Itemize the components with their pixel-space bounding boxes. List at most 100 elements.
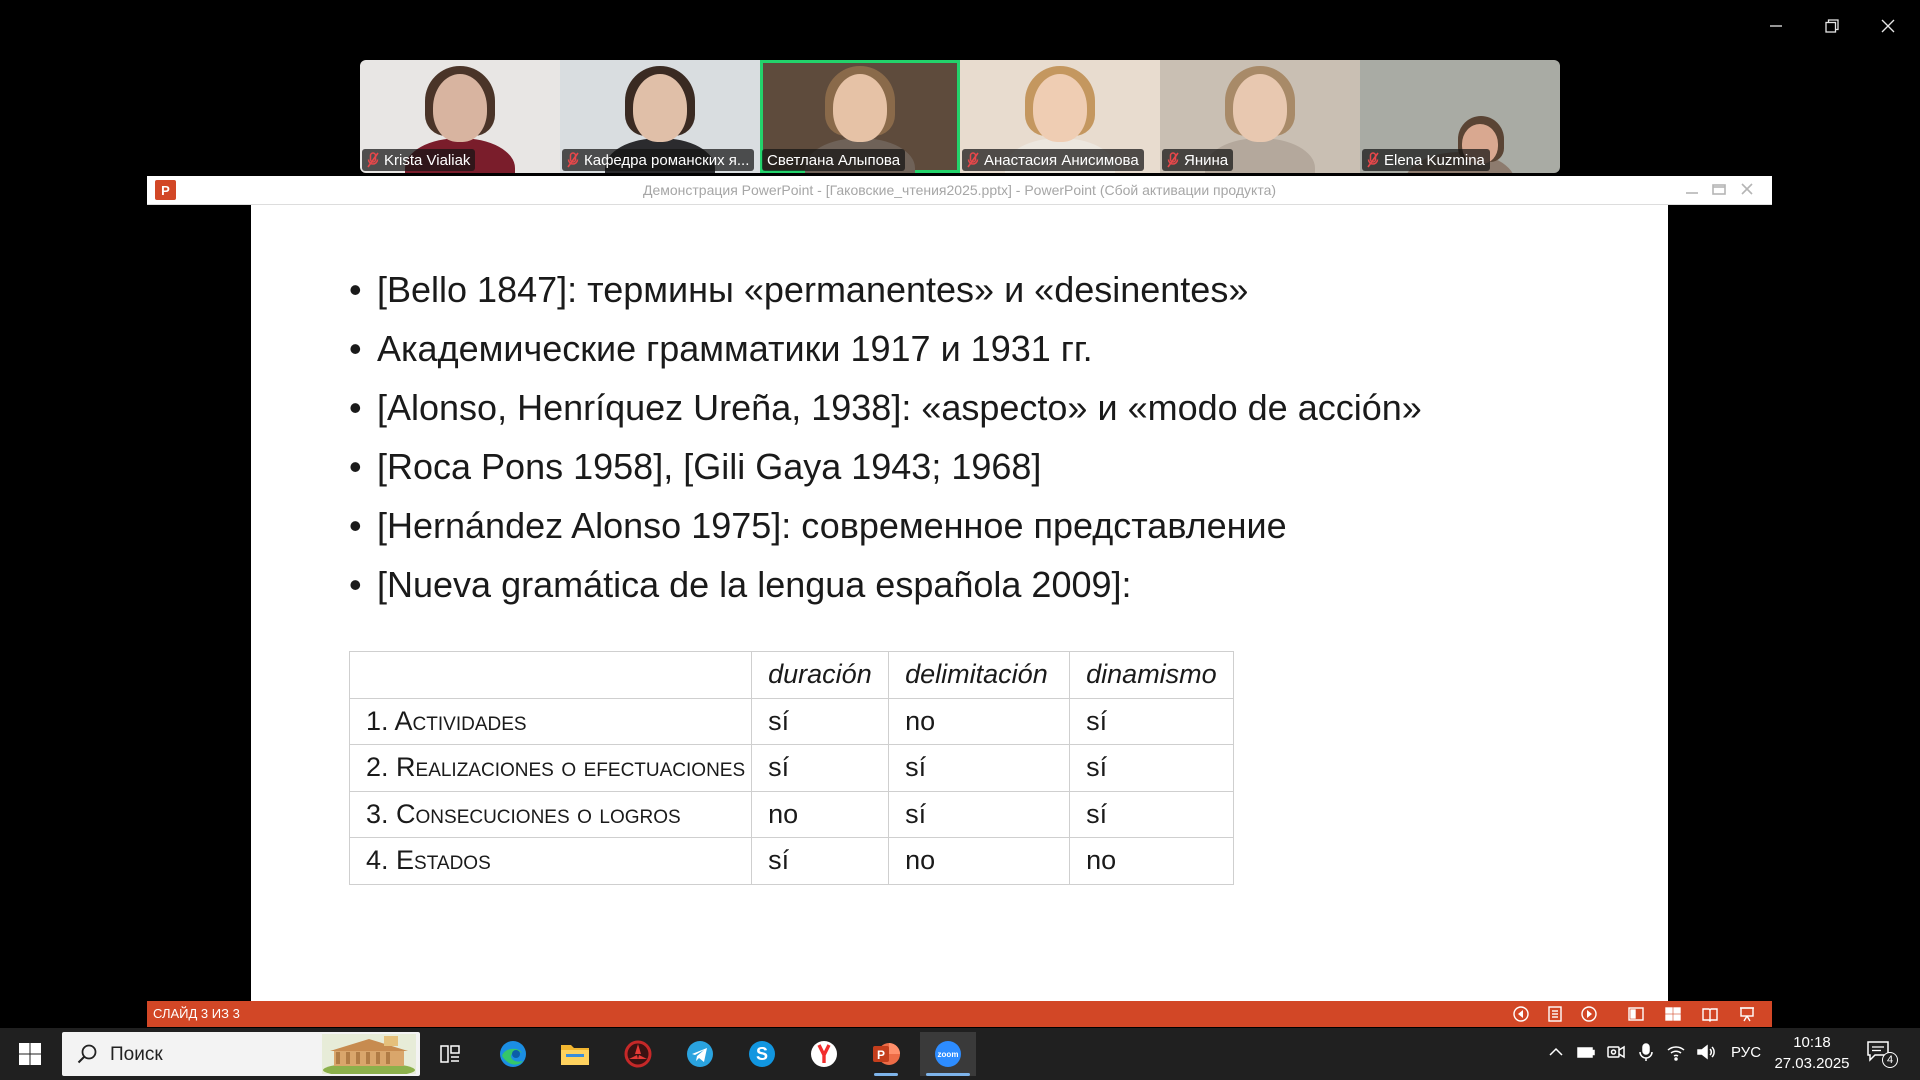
- participant-name-tag: Krista Vialiak: [362, 149, 476, 171]
- video-face: [1233, 74, 1287, 142]
- verb-class-table: duración delimitación dinamismo 1. Activ…: [348, 651, 1235, 885]
- notification-center-button[interactable]: 4: [1866, 1040, 1898, 1068]
- ppt-minimize-button[interactable]: [1684, 181, 1704, 199]
- task-view-button[interactable]: [422, 1032, 478, 1076]
- window-title: Демонстрация PowerPoint - [Гаковские_чте…: [642, 182, 1277, 198]
- video-face: [1033, 74, 1087, 142]
- video-face: [833, 74, 887, 142]
- participant-strip: Krista Vialiak Кафедра романских я... Св…: [360, 60, 1560, 173]
- table-header-cell: duración: [751, 651, 890, 699]
- yandex-browser-button[interactable]: [796, 1032, 852, 1076]
- participant-tile[interactable]: Анастасия Анисимова: [960, 60, 1160, 173]
- mic-muted-icon: [967, 152, 979, 168]
- previous-slide-button[interactable]: [1512, 1005, 1530, 1023]
- participant-name: Янина: [1184, 151, 1229, 169]
- desktop: Krista Vialiak Кафедра романских я... Св…: [0, 0, 1920, 1080]
- edge-button[interactable]: [485, 1032, 541, 1076]
- taskbar: Поиск S P zoom РУС 10:18 27.03.2025 4: [0, 1028, 1920, 1080]
- clock-time[interactable]: 10:18: [1776, 1034, 1848, 1051]
- folder-icon: [561, 1045, 589, 1065]
- menu-icon: [1548, 1006, 1562, 1022]
- telegram-button[interactable]: [672, 1032, 728, 1076]
- battery-tray-icon[interactable]: [1576, 1042, 1598, 1064]
- language-indicator[interactable]: РУС: [1731, 1044, 1761, 1061]
- participant-name: Кафедра романских я...: [584, 151, 750, 169]
- bullet-item: [Roca Pons 1958], [Gili Gaya 1943; 1968]: [349, 437, 1422, 496]
- bullet-item: Академические грамматики 1917 и 1931 гг.: [349, 319, 1422, 378]
- close-button[interactable]: [1866, 8, 1910, 44]
- participant-tile-active-speaker[interactable]: Светлана Алыпова: [760, 60, 960, 173]
- powerpoint-button[interactable]: P: [858, 1032, 914, 1076]
- table-header-cell: delimitación: [888, 651, 1071, 699]
- task-view-icon: [440, 1045, 460, 1063]
- camera-tray-icon[interactable]: [1606, 1042, 1628, 1064]
- red-circle-app-icon: [624, 1040, 652, 1068]
- reading-view-button[interactable]: [1701, 1005, 1719, 1023]
- telegram-icon: [687, 1041, 713, 1067]
- microphone-tray-icon[interactable]: [1636, 1042, 1658, 1064]
- start-button[interactable]: [6, 1034, 54, 1074]
- slide-menu-button[interactable]: [1546, 1005, 1564, 1023]
- powerpoint-title-bar[interactable]: P Демонстрация PowerPoint - [Гаковские_ч…: [147, 176, 1772, 205]
- participant-name: Elena Kuzmina: [1384, 151, 1485, 169]
- slide-sorter-button[interactable]: [1664, 1005, 1682, 1023]
- table-cell: no: [888, 837, 1071, 885]
- participant-tile[interactable]: Кафедра романских я...: [560, 60, 760, 173]
- table-header-cell: dinamismo: [1069, 651, 1235, 699]
- clock-date[interactable]: 27.03.2025: [1772, 1055, 1852, 1072]
- ppt-close-button[interactable]: [1739, 181, 1759, 199]
- yandex-browser-icon: [811, 1041, 837, 1067]
- normal-view-icon: [1628, 1007, 1644, 1021]
- table-row: 1. Actividades sí no sí: [348, 697, 1235, 745]
- svg-text:P: P: [877, 1048, 885, 1062]
- slide-sorter-icon: [1665, 1007, 1681, 1021]
- skype-button[interactable]: S: [734, 1032, 790, 1076]
- participant-name-tag: Светлана Алыпова: [762, 149, 906, 171]
- table-cell: 1. Actividades: [348, 697, 753, 745]
- minimize-icon: [1686, 192, 1698, 194]
- reading-view-icon: [1702, 1008, 1718, 1022]
- ppt-maximize-button[interactable]: [1711, 181, 1731, 199]
- table-row: 2. Realizaciones o efectuaciones sí sí s…: [348, 744, 1235, 792]
- svg-text:S: S: [756, 1044, 768, 1064]
- zoom-button[interactable]: zoom: [920, 1032, 976, 1076]
- table-cell: sí: [888, 790, 1071, 838]
- minimize-icon: [1770, 25, 1782, 27]
- file-explorer-button[interactable]: [547, 1032, 603, 1076]
- show-hidden-icons-button[interactable]: [1546, 1042, 1568, 1064]
- volume-tray-icon[interactable]: [1696, 1042, 1718, 1064]
- participant-name-tag: Янина: [1162, 149, 1234, 171]
- skype-icon: S: [749, 1041, 775, 1067]
- table-cell: sí: [1069, 790, 1235, 838]
- normal-view-button[interactable]: [1627, 1005, 1645, 1023]
- participant-name: Krista Vialiak: [384, 151, 471, 169]
- table-cell: no: [888, 697, 1071, 745]
- slideshow-button[interactable]: [1738, 1005, 1756, 1023]
- maximize-icon: [1712, 184, 1726, 195]
- notification-count-badge: 4: [1882, 1052, 1898, 1068]
- network-tray-icon[interactable]: [1666, 1042, 1688, 1064]
- taskbar-search-box[interactable]: Поиск: [62, 1032, 420, 1076]
- windows-logo-icon: [19, 1043, 41, 1065]
- app-button[interactable]: [610, 1032, 666, 1076]
- participant-tile[interactable]: Elena Kuzmina: [1360, 60, 1560, 173]
- mic-muted-icon: [367, 152, 379, 168]
- minimize-button[interactable]: [1754, 8, 1798, 44]
- zoom-icon: zoom: [935, 1041, 961, 1067]
- participant-name-tag: Elena Kuzmina: [1362, 149, 1490, 171]
- slide[interactable]: [Bello 1847]: термины «permanentes» и «d…: [251, 205, 1668, 1001]
- slideshow-status-bar: СЛАЙД 3 ИЗ 3: [147, 1001, 1772, 1027]
- participant-name-tag: Анастасия Анисимова: [962, 149, 1144, 171]
- previous-icon: [1513, 1006, 1529, 1022]
- restore-button[interactable]: [1810, 8, 1854, 44]
- mic-muted-icon: [567, 152, 579, 168]
- table-cell: sí: [751, 697, 890, 745]
- participant-tile[interactable]: Krista Vialiak: [360, 60, 560, 173]
- table-cell: sí: [751, 744, 890, 792]
- close-icon: [1741, 183, 1753, 195]
- table-cell: sí: [751, 837, 890, 885]
- next-slide-button[interactable]: [1580, 1005, 1598, 1023]
- svg-text:zoom: zoom: [938, 1050, 959, 1059]
- mic-muted-icon: [1167, 152, 1179, 168]
- participant-tile[interactable]: Янина: [1160, 60, 1360, 173]
